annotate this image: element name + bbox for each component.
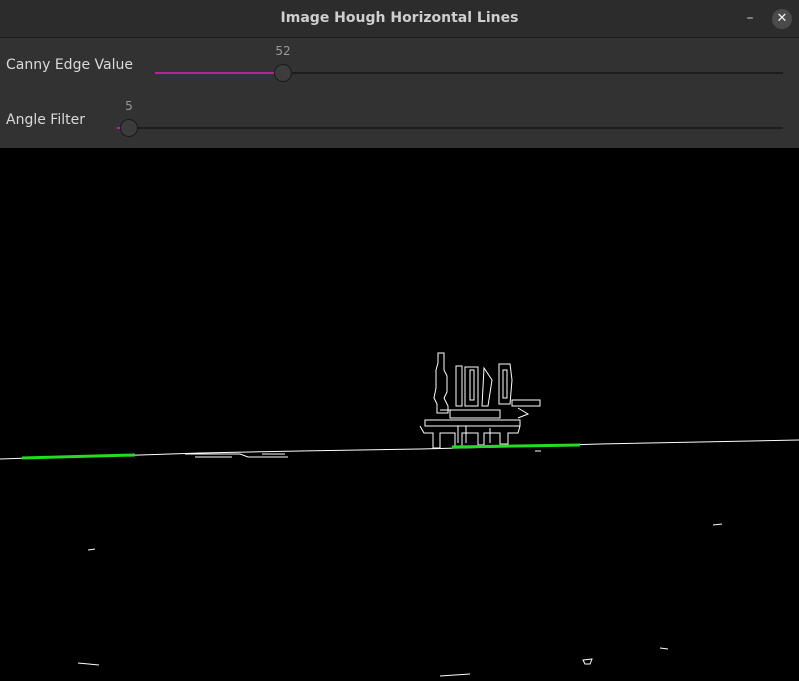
title-bar: Image Hough Horizontal Lines – ✕ bbox=[0, 0, 799, 38]
image-canvas bbox=[0, 148, 799, 677]
canny-edge-label: Canny Edge Value bbox=[6, 57, 133, 73]
detected-line bbox=[21, 453, 136, 460]
canny-edge-slider-handle[interactable] bbox=[274, 64, 292, 82]
window-title: Image Hough Horizontal Lines bbox=[280, 10, 519, 26]
trackbar-panel: Canny Edge Value 52 Angle Filter 5 bbox=[0, 38, 799, 148]
edge-fragment bbox=[712, 523, 723, 526]
edge-fragment bbox=[87, 548, 96, 551]
edge-fragment bbox=[439, 673, 471, 677]
edge-image bbox=[0, 352, 799, 677]
angle-filter-value: 5 bbox=[125, 99, 133, 113]
oil-rig-edges bbox=[419, 352, 541, 449]
canny-edge-value: 52 bbox=[275, 44, 291, 58]
minimize-icon[interactable]: – bbox=[741, 9, 759, 27]
close-icon[interactable]: ✕ bbox=[772, 9, 792, 29]
edge-fragment bbox=[582, 658, 593, 665]
canny-edge-slider-fill bbox=[155, 72, 283, 74]
edge-fragment bbox=[659, 647, 669, 650]
angle-filter-slider-handle[interactable] bbox=[120, 119, 138, 137]
edge-fragment bbox=[77, 662, 100, 666]
angle-filter-label: Angle Filter bbox=[6, 112, 85, 128]
detected-line bbox=[451, 443, 581, 449]
angle-filter-slider-track[interactable] bbox=[117, 127, 783, 129]
